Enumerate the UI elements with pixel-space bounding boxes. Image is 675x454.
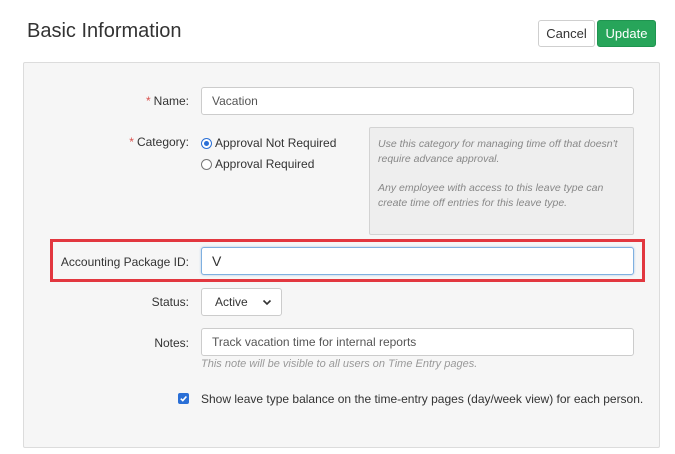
name-input[interactable]: Vacation: [201, 87, 634, 115]
notes-label: Notes:: [154, 336, 189, 350]
accounting-package-id-input[interactable]: V: [201, 247, 634, 275]
category-help-box: Use this category for managing time off …: [369, 127, 634, 235]
status-select[interactable]: Active: [201, 288, 282, 316]
status-label: Status:: [151, 295, 189, 309]
radio-label: Approval Required: [215, 157, 315, 171]
name-input-value: Vacation: [212, 94, 258, 108]
notes-hint: This note will be visible to all users o…: [201, 358, 478, 370]
radio-approval-required[interactable]: Approval Required: [201, 157, 314, 171]
update-button[interactable]: Update: [597, 20, 656, 47]
status-value: Active: [215, 295, 248, 309]
radio-checked-icon[interactable]: [201, 137, 212, 149]
help-text: Use this category for managing time off …: [378, 138, 618, 165]
accounting-package-id-label: Accounting Package ID:: [60, 255, 189, 269]
help-text: Any employee with access to this leave t…: [378, 182, 604, 209]
chevron-down-icon: [262, 299, 272, 306]
checkmark-icon: [180, 395, 187, 402]
show-balance-checkbox[interactable]: [178, 393, 189, 404]
notes-input-value: Track vacation time for internal reports: [212, 335, 417, 349]
cancel-button[interactable]: Cancel: [538, 20, 595, 47]
required-mark: *: [145, 94, 151, 108]
notes-input[interactable]: Track vacation time for internal reports: [201, 328, 634, 356]
required-mark: *: [129, 135, 134, 149]
radio-approval-not-required[interactable]: Approval Not Required: [201, 136, 336, 150]
category-label: * Category:: [129, 135, 189, 149]
name-label: * Name:: [145, 94, 189, 108]
page-title: Basic Information: [27, 20, 182, 42]
show-balance-label: Show leave type balance on the time-entr…: [201, 392, 644, 406]
accounting-input-value: V: [212, 253, 222, 269]
radio-unchecked-icon[interactable]: [201, 158, 212, 170]
radio-label: Approval Not Required: [215, 136, 337, 150]
